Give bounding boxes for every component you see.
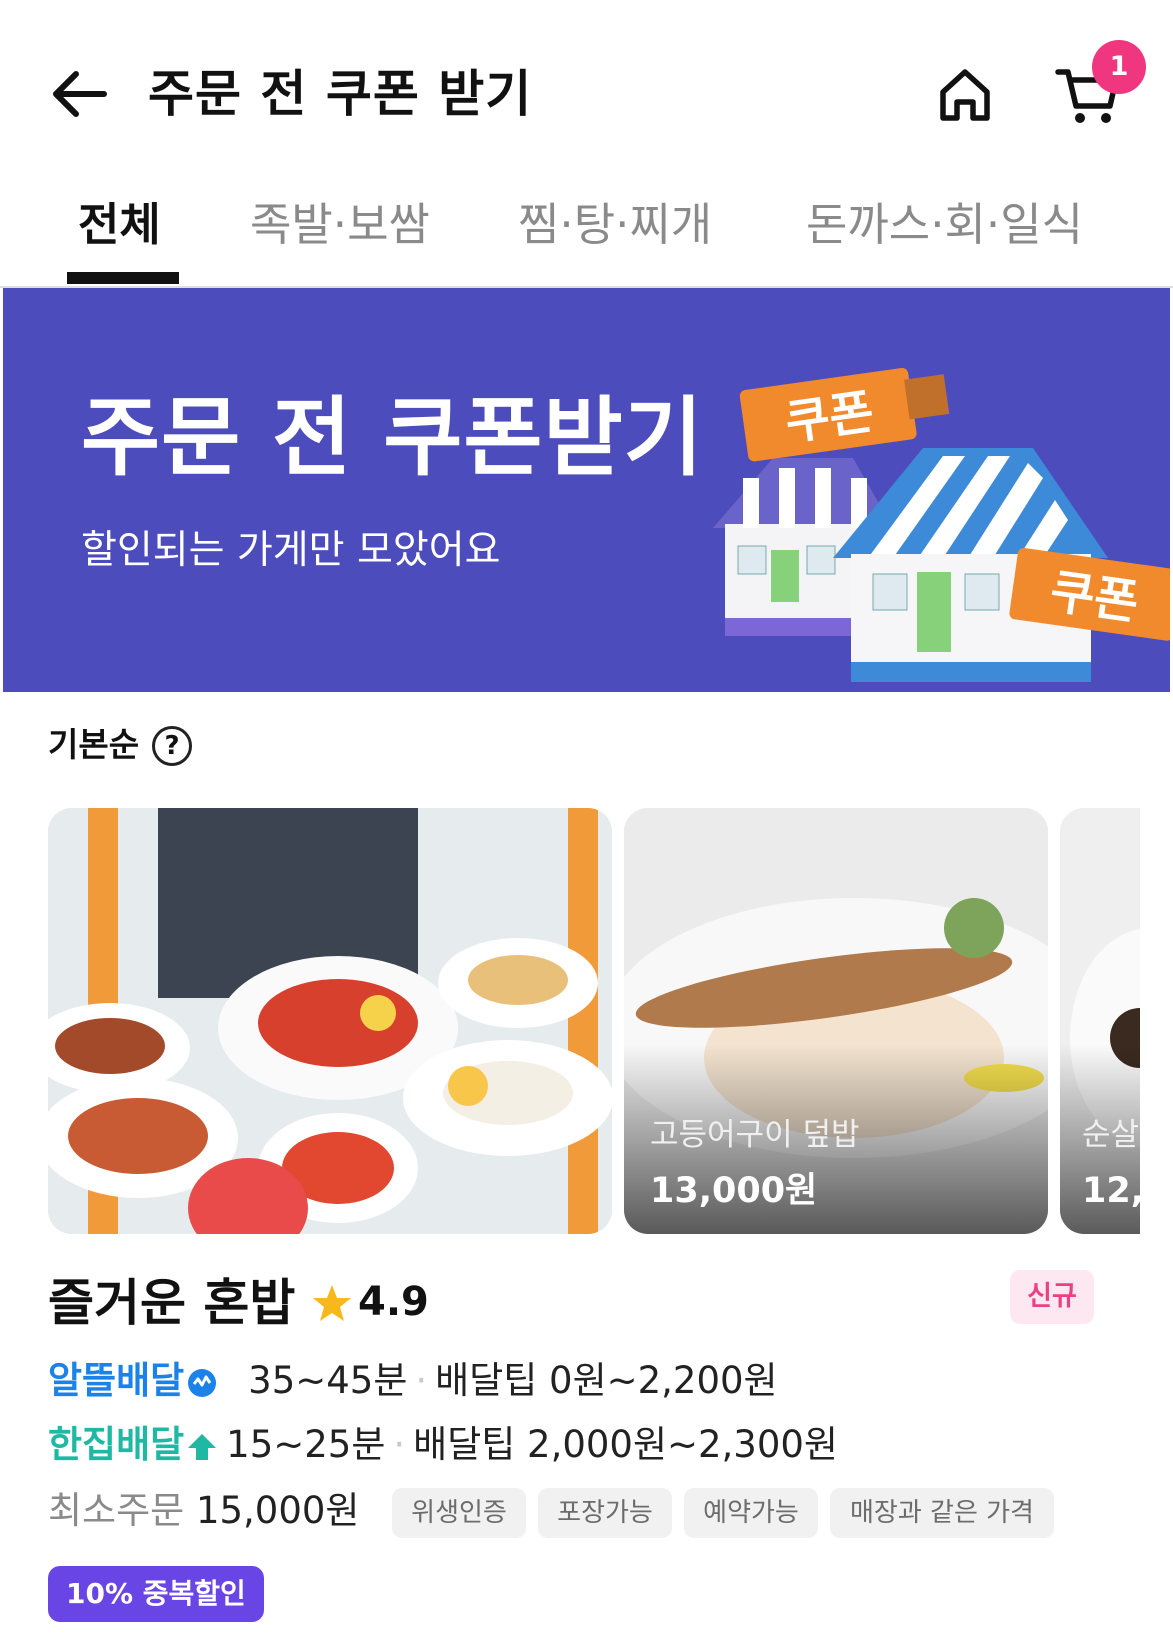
service-name: 한집배달	[48, 1423, 185, 1466]
menu-photo-partial[interactable]: 순살 12,	[1060, 808, 1140, 1234]
tab-jokbal-bossam[interactable]: 족발·보쌈	[250, 194, 430, 256]
home-icon	[940, 69, 990, 121]
tab-donkatsu-hoe-ilsik[interactable]: 돈까스·회·일식	[806, 194, 1083, 256]
top-bar: 주문 전 쿠폰 받기 1	[0, 0, 1173, 180]
single-delivery-icon	[188, 1433, 217, 1460]
page-title: 주문 전 쿠폰 받기	[148, 65, 533, 123]
food-photo-illustration	[48, 808, 612, 1234]
min-order: 최소주문 15,000원	[48, 1484, 359, 1538]
service-name: 알뜰배달	[48, 1359, 185, 1402]
sort-selector[interactable]: 기본순	[48, 722, 139, 768]
home-button[interactable]	[935, 62, 995, 126]
store-main-photo[interactable]	[48, 808, 612, 1234]
store-rating: 4.9	[358, 1279, 429, 1325]
tag-hygiene: 위생인증	[392, 1488, 526, 1538]
arrow-left-icon	[53, 71, 107, 117]
saver-delivery-icon	[188, 1368, 217, 1397]
star-icon	[313, 1285, 351, 1321]
banner-title: 주문 전 쿠폰받기	[81, 388, 704, 488]
tag-takeout: 포장가능	[538, 1488, 672, 1538]
category-tabs: 전체 족발·보쌈 찜·탕·찌개 돈까스·회·일식	[0, 180, 1173, 288]
delivery-tip: 배달팁 0원~2,200원	[435, 1359, 778, 1402]
delivery-time: 35~45분	[248, 1359, 408, 1402]
delivery-time: 15~25분	[226, 1423, 386, 1466]
discount-badge: 10% 중복할인	[48, 1566, 264, 1622]
delivery-row-single: 한집배달 15~25분 · 배달팁 2,000원~2,300원	[48, 1423, 838, 1466]
help-icon[interactable]: ?	[152, 726, 192, 766]
coupon-banner[interactable]: 주문 전 쿠폰받기 할인되는 가게만 모았어요 쿠폰 쿠폰	[3, 288, 1170, 692]
banner-subtitle: 할인되는 가게만 모았어요	[81, 528, 501, 573]
tag-same-price: 매장과 같은 가격	[830, 1488, 1054, 1538]
back-button[interactable]	[48, 62, 112, 126]
cart-count-badge: 1	[1092, 40, 1146, 94]
store-coupon-illustration: 쿠폰 쿠폰	[713, 367, 1170, 682]
menu-name: 순살	[1082, 1117, 1140, 1153]
new-badge: 신규	[1010, 1270, 1094, 1324]
store-name[interactable]: 즐거운 혼밥	[48, 1270, 295, 1336]
menu-name: 고등어구이 덮밥	[650, 1117, 860, 1153]
menu-photo-mackerel[interactable]: 고등어구이 덮밥 13,000원	[624, 808, 1048, 1234]
min-order-value: 15,000원	[195, 1489, 360, 1532]
tag-reservation: 예약가능	[684, 1488, 818, 1538]
delivery-row-saver: 알뜰배달 35~45분 · 배달팁 0원~2,200원	[48, 1359, 778, 1402]
tab-all[interactable]: 전체	[78, 194, 161, 256]
min-order-label: 최소주문	[48, 1489, 185, 1532]
active-tab-indicator	[67, 272, 179, 284]
menu-price: 12,	[1082, 1171, 1140, 1211]
delivery-tip: 배달팁 2,000원~2,300원	[413, 1423, 838, 1466]
tab-jjim-tang-jjigae[interactable]: 찜·탕·찌개	[518, 194, 712, 256]
menu-price: 13,000원	[650, 1171, 818, 1211]
